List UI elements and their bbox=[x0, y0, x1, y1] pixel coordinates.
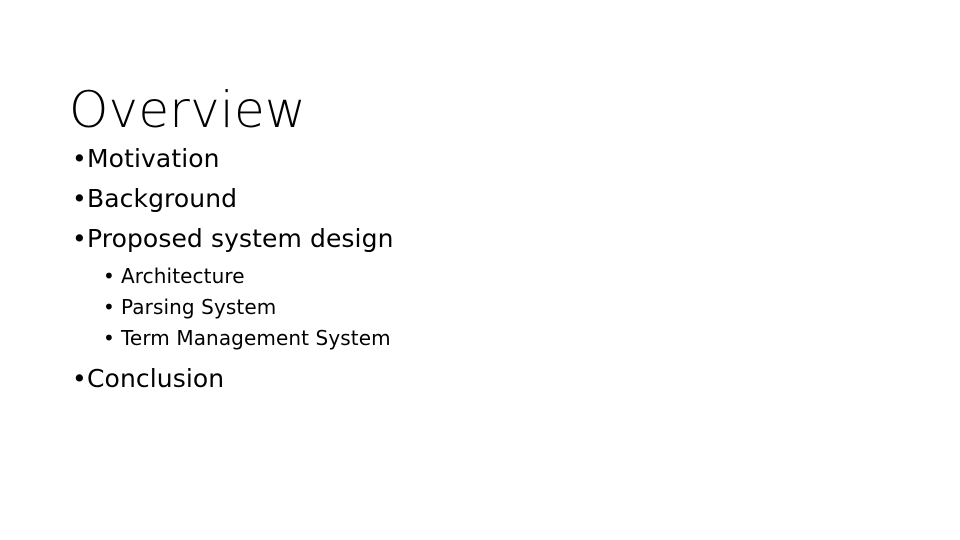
list-item-label: Background bbox=[87, 184, 238, 213]
bullet-icon: • bbox=[72, 364, 87, 393]
list-item-label: Architecture bbox=[121, 264, 245, 288]
presentation-slide: Overview • Motivation • Background • Pro… bbox=[0, 0, 960, 540]
list-item: • Motivation bbox=[0, 139, 900, 179]
list-item: • Background bbox=[0, 179, 900, 219]
list-item: • Architecture bbox=[0, 261, 900, 292]
bullet-icon: • bbox=[72, 144, 87, 173]
list-item: • Term Management System bbox=[0, 323, 900, 354]
list-item-label: Proposed system design bbox=[87, 224, 394, 253]
list-item-label: Conclusion bbox=[87, 364, 225, 393]
bullet-icon: • bbox=[103, 295, 115, 319]
bullet-icon: • bbox=[103, 326, 115, 350]
list-item: • Conclusion bbox=[0, 359, 900, 399]
list-item: • Parsing System bbox=[0, 292, 900, 323]
list-item-label: Motivation bbox=[87, 144, 220, 173]
outline-list: • Motivation • Background • Proposed sys… bbox=[0, 139, 900, 399]
sub-outline-group: • Architecture • Parsing System • Term M… bbox=[0, 261, 900, 354]
list-item: • Proposed system design bbox=[0, 219, 900, 259]
bullet-icon: • bbox=[103, 264, 115, 288]
bullet-icon: • bbox=[72, 184, 87, 213]
list-item-label: Parsing System bbox=[121, 295, 277, 319]
page-title: Overview bbox=[69, 80, 307, 139]
list-item-label: Term Management System bbox=[121, 326, 391, 350]
bullet-icon: • bbox=[72, 224, 87, 253]
